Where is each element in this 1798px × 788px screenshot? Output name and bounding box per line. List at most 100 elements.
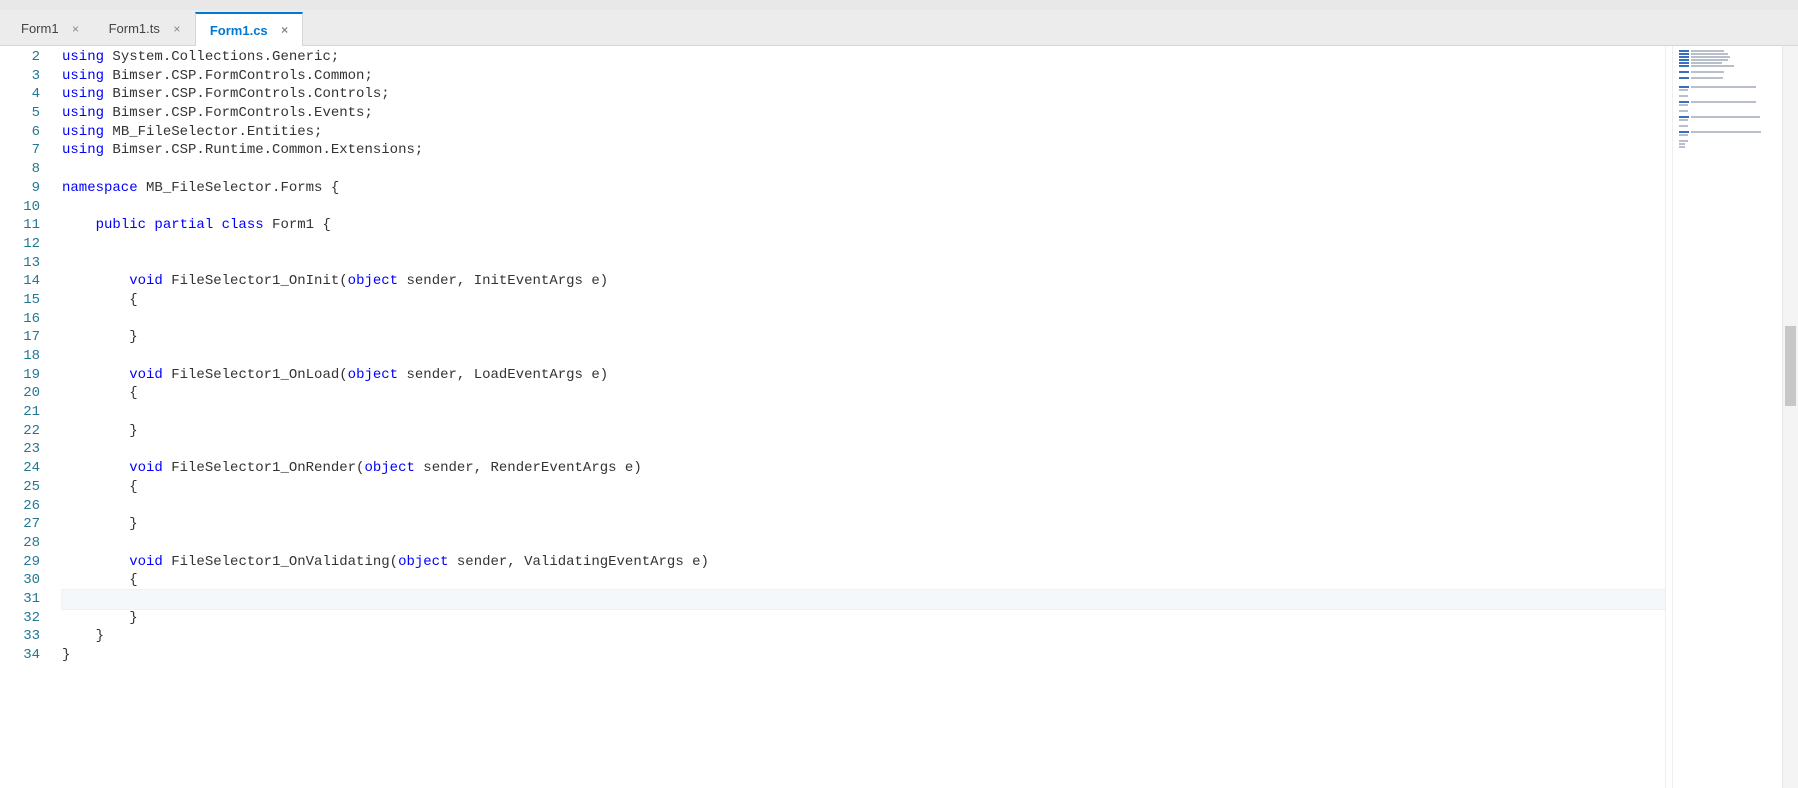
code-content[interactable]: using System.Collections.Generic;using B… xyxy=(54,46,1665,788)
code-line[interactable] xyxy=(62,198,1665,217)
token-text: Bimser.CSP.FormControls.Events; xyxy=(104,105,373,121)
close-icon[interactable]: × xyxy=(170,22,184,36)
line-number: 5 xyxy=(6,104,40,123)
token-indent xyxy=(62,292,129,308)
code-line[interactable]: using Bimser.CSP.FormControls.Events; xyxy=(62,104,1665,123)
code-line[interactable]: { xyxy=(62,571,1665,590)
code-line[interactable]: using Bimser.CSP.FormControls.Controls; xyxy=(62,85,1665,104)
minimap-line xyxy=(1679,143,1776,145)
token-indent xyxy=(62,385,129,401)
tab-label: Form1 xyxy=(21,21,59,36)
token-indent xyxy=(62,479,129,495)
window-chrome xyxy=(0,0,1798,10)
minimap-line xyxy=(1679,104,1776,106)
code-line[interactable]: using Bimser.CSP.FormControls.Common; xyxy=(62,67,1665,86)
minimap-line xyxy=(1679,107,1776,109)
minimap-line xyxy=(1679,146,1776,148)
vertical-scrollbar[interactable] xyxy=(1782,46,1798,788)
code-line[interactable]: using MB_FileSelector.Entities; xyxy=(62,123,1665,142)
code-line[interactable]: void FileSelector1_OnInit(object sender,… xyxy=(62,272,1665,291)
code-line[interactable] xyxy=(62,590,1665,609)
minimap-line xyxy=(1679,116,1776,118)
minimap-line xyxy=(1679,122,1776,124)
minimap[interactable] xyxy=(1672,46,1782,788)
token-indent xyxy=(62,516,129,532)
token-text: } xyxy=(62,647,70,663)
token-indent xyxy=(62,460,129,476)
token-text: } xyxy=(129,329,137,345)
code-line[interactable]: } xyxy=(62,609,1665,628)
code-line[interactable]: void FileSelector1_OnRender(object sende… xyxy=(62,459,1665,478)
minimap-line xyxy=(1679,140,1776,142)
token-indent xyxy=(62,423,129,439)
minimap-line xyxy=(1679,86,1776,88)
scrollbar-thumb[interactable] xyxy=(1785,326,1796,406)
code-line[interactable] xyxy=(62,235,1665,254)
code-line[interactable] xyxy=(62,347,1665,366)
line-number: 15 xyxy=(6,291,40,310)
code-line[interactable]: { xyxy=(62,291,1665,310)
token-text: } xyxy=(96,628,104,644)
line-number: 2 xyxy=(6,48,40,67)
token-text: FileSelector1_OnLoad( xyxy=(163,367,348,383)
code-line[interactable]: using System.Collections.Generic; xyxy=(62,48,1665,67)
token-text: Bimser.CSP.FormControls.Controls; xyxy=(104,86,390,102)
token-keyword: object xyxy=(364,460,414,476)
code-line[interactable] xyxy=(62,497,1665,516)
code-line[interactable] xyxy=(62,534,1665,553)
code-line[interactable] xyxy=(62,160,1665,179)
code-line[interactable] xyxy=(62,254,1665,273)
token-indent xyxy=(62,572,129,588)
line-number: 16 xyxy=(6,310,40,329)
code-line[interactable]: namespace MB_FileSelector.Forms { xyxy=(62,179,1665,198)
close-icon[interactable]: × xyxy=(69,22,83,36)
code-line[interactable]: void FileSelector1_OnValidating(object s… xyxy=(62,553,1665,572)
code-line[interactable]: } xyxy=(62,646,1665,665)
code-line[interactable]: } xyxy=(62,328,1665,347)
token-keyword: using xyxy=(62,124,104,140)
token-text: sender, InitEventArgs e) xyxy=(398,273,608,289)
close-icon[interactable]: × xyxy=(278,23,292,37)
token-text: { xyxy=(129,385,137,401)
tab-form1-ts[interactable]: Form1.ts× xyxy=(94,11,195,45)
code-line[interactable]: { xyxy=(62,384,1665,403)
token-keyword: void xyxy=(129,367,163,383)
minimap-line xyxy=(1679,53,1776,55)
line-number: 28 xyxy=(6,534,40,553)
code-line[interactable] xyxy=(62,403,1665,422)
minimap-line xyxy=(1679,62,1776,64)
code-line[interactable]: void FileSelector1_OnLoad(object sender,… xyxy=(62,366,1665,385)
minimap-line xyxy=(1679,119,1776,121)
minimap-content xyxy=(1679,50,1776,148)
minimap-line xyxy=(1679,68,1776,70)
minimap-line xyxy=(1679,50,1776,52)
code-line[interactable] xyxy=(62,310,1665,329)
code-line[interactable] xyxy=(62,440,1665,459)
line-number: 23 xyxy=(6,440,40,459)
tab-form1[interactable]: Form1 × xyxy=(6,11,94,45)
code-editor[interactable]: 2345678910111213141516171819202122232425… xyxy=(6,46,1666,788)
minimap-line xyxy=(1679,71,1776,73)
minimap-line xyxy=(1679,59,1776,61)
token-text: FileSelector1_OnRender( xyxy=(163,460,365,476)
code-line[interactable]: public partial class Form1 { xyxy=(62,216,1665,235)
code-line[interactable]: } xyxy=(62,627,1665,646)
token-text: } xyxy=(129,516,137,532)
token-keyword: void xyxy=(129,460,163,476)
minimap-line xyxy=(1679,95,1776,97)
code-line[interactable]: } xyxy=(62,422,1665,441)
line-number: 32 xyxy=(6,609,40,628)
line-number: 31 xyxy=(6,590,40,609)
minimap-line xyxy=(1679,125,1776,127)
token-keyword: object xyxy=(348,367,398,383)
line-number: 20 xyxy=(6,384,40,403)
line-number: 29 xyxy=(6,553,40,572)
token-indent xyxy=(62,329,129,345)
minimap-line xyxy=(1679,56,1776,58)
code-line[interactable]: { xyxy=(62,478,1665,497)
code-line[interactable]: using Bimser.CSP.Runtime.Common.Extensio… xyxy=(62,141,1665,160)
code-line[interactable]: } xyxy=(62,515,1665,534)
tab-form1-cs[interactable]: Form1.cs × xyxy=(195,12,303,46)
tab-label: Form1.cs xyxy=(210,23,268,38)
token-keyword: using xyxy=(62,105,104,121)
